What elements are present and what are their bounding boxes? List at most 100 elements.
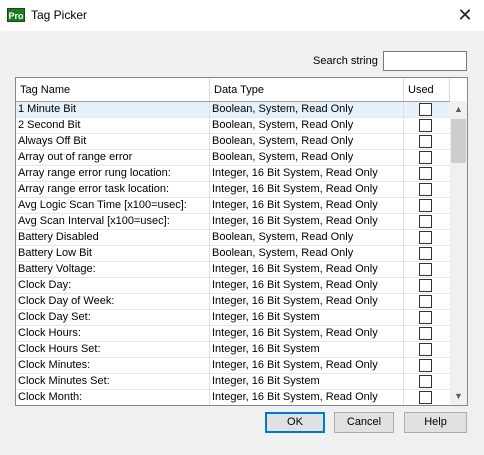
used-checkbox[interactable] [419,375,432,388]
tag-name-cell: Clock Month: [16,390,210,405]
data-type-cell: Boolean, System, Read Only [210,246,404,262]
used-cell [404,342,450,358]
data-type-cell: Boolean, System, Read Only [210,150,404,166]
table-row[interactable]: Clock Day Set: Integer, 16 Bit System [16,310,450,326]
used-checkbox[interactable] [419,391,432,404]
table-row[interactable]: Clock Day of Week: Integer, 16 Bit System… [16,294,450,310]
used-cell [404,166,450,182]
title-bar: Pro Tag Picker ✕ [0,0,484,31]
data-type-cell: Integer, 16 Bit System [210,374,404,390]
table-header: Tag Name Data Type Used [16,78,467,102]
table-row[interactable]: Array out of range error Boolean, System,… [16,150,450,166]
used-checkbox[interactable] [419,231,432,244]
used-cell [404,134,450,150]
data-type-cell: Integer, 16 Bit System [210,342,404,358]
used-checkbox[interactable] [419,215,432,228]
data-type-cell: Boolean, System, Read Only [210,134,404,150]
used-cell [404,278,450,294]
table-row[interactable]: Clock Month: Integer, 16 Bit System, Read… [16,390,450,405]
used-cell [404,358,450,374]
data-type-cell: Boolean, System, Read Only [210,118,404,134]
table-row[interactable]: Clock Minutes Set: Integer, 16 Bit System [16,374,450,390]
table-row[interactable]: Always Off Bit Boolean, System, Read Only [16,134,450,150]
tag-name-cell: Battery Voltage: [16,262,210,278]
used-cell [404,390,450,405]
used-checkbox[interactable] [419,279,432,292]
tag-name-cell: Array out of range error [16,150,210,166]
data-type-cell: Integer, 16 Bit System, Read Only [210,262,404,278]
window-title: Tag Picker [31,8,88,22]
help-button[interactable]: Help [404,412,467,433]
tag-name-cell: Clock Day Set: [16,310,210,326]
tag-name-cell: 2 Second Bit [16,118,210,134]
table-row[interactable]: Battery Voltage: Integer, 16 Bit System, … [16,262,450,278]
used-cell [404,118,450,134]
table-row[interactable]: Clock Hours: Integer, 16 Bit System, Read… [16,326,450,342]
data-type-cell: Boolean, System, Read Only [210,102,404,118]
used-checkbox[interactable] [419,359,432,372]
tag-name-cell: 1 Minute Bit [16,102,210,118]
tag-name-cell: Battery Disabled [16,230,210,246]
scroll-down-icon[interactable]: ▼ [450,388,467,405]
search-label: Search string [313,55,378,67]
used-checkbox[interactable] [419,247,432,260]
table-row[interactable]: Battery Low Bit Boolean, System, Read Onl… [16,246,450,262]
data-type-cell: Integer, 16 Bit System, Read Only [210,358,404,374]
data-type-cell: Boolean, System, Read Only [210,230,404,246]
table-row[interactable]: Clock Hours Set: Integer, 16 Bit System [16,342,450,358]
used-cell [404,246,450,262]
used-checkbox[interactable] [419,119,432,132]
used-checkbox[interactable] [419,199,432,212]
table-row[interactable]: 2 Second Bit Boolean, System, Read Only [16,118,450,134]
column-header-used[interactable]: Used [404,78,450,101]
data-type-cell: Integer, 16 Bit System, Read Only [210,214,404,230]
tag-name-cell: Array range error rung location: [16,166,210,182]
table-row[interactable]: 1 Minute Bit Boolean, System, Read Only [16,102,450,118]
table-row[interactable]: Array range error rung location: Integer,… [16,166,450,182]
used-checkbox[interactable] [419,263,432,276]
scroll-thumb[interactable] [451,119,466,163]
used-cell [404,294,450,310]
table-row[interactable]: Clock Minutes: Integer, 16 Bit System, Re… [16,358,450,374]
used-checkbox[interactable] [419,183,432,196]
tag-name-cell: Clock Day of Week: [16,294,210,310]
cancel-button[interactable]: Cancel [334,412,394,433]
tag-name-cell: Clock Minutes: [16,358,210,374]
used-cell [404,198,450,214]
table-row[interactable]: Avg Scan Interval [x100=usec]: Integer, 1… [16,214,450,230]
table-row[interactable]: Clock Day: Integer, 16 Bit System, Read O… [16,278,450,294]
tag-name-cell: Clock Hours Set: [16,342,210,358]
data-type-cell: Integer, 16 Bit System, Read Only [210,182,404,198]
table-row[interactable]: Array range error task location: Integer,… [16,182,450,198]
data-type-cell: Integer, 16 Bit System, Read Only [210,198,404,214]
used-cell [404,214,450,230]
data-type-cell: Integer, 16 Bit System, Read Only [210,390,404,405]
close-button[interactable]: ✕ [446,0,484,31]
used-cell [404,182,450,198]
table-row[interactable]: Battery Disabled Boolean, System, Read On… [16,230,450,246]
used-cell [404,310,450,326]
used-checkbox[interactable] [419,135,432,148]
vertical-scrollbar[interactable]: ▲ ▼ [450,101,467,405]
used-checkbox[interactable] [419,311,432,324]
column-header-data-type[interactable]: Data Type [210,78,404,101]
column-header-tag-name[interactable]: Tag Name [16,78,210,101]
data-type-cell: Integer, 16 Bit System [210,310,404,326]
search-input[interactable] [383,51,467,71]
used-checkbox[interactable] [419,327,432,340]
ok-button[interactable]: OK [265,412,325,433]
used-cell [404,230,450,246]
data-type-cell: Integer, 16 Bit System, Read Only [210,166,404,182]
tag-table: Tag Name Data Type Used 1 Minute Bit Bool… [15,77,468,406]
used-cell [404,326,450,342]
used-checkbox[interactable] [419,151,432,164]
used-checkbox[interactable] [419,343,432,356]
used-cell [404,102,450,118]
used-checkbox[interactable] [419,103,432,116]
scroll-up-icon[interactable]: ▲ [450,101,467,118]
table-row[interactable]: Avg Logic Scan Time [x100=usec]: Integer,… [16,198,450,214]
tag-name-cell: Battery Low Bit [16,246,210,262]
used-checkbox[interactable] [419,295,432,308]
data-type-cell: Integer, 16 Bit System, Read Only [210,278,404,294]
used-checkbox[interactable] [419,167,432,180]
